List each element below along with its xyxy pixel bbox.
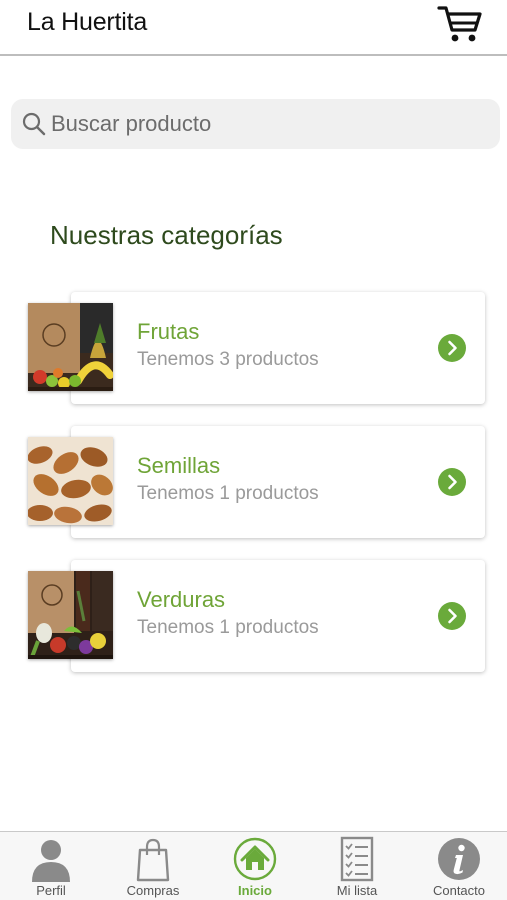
shopping-bag-icon [136,838,170,882]
info-icon [438,838,480,880]
cart-button[interactable] [436,2,484,46]
category-item-frutas[interactable]: Frutas Tenemos 3 productos [28,292,486,406]
search-icon [22,112,46,136]
almonds-photo [28,437,113,525]
tab-label: Contacto [432,883,486,898]
vegetables-photo [28,571,113,659]
category-card[interactable] [71,560,485,672]
tab-label: Inicio [238,883,272,898]
checklist-icon [340,836,374,882]
cart-icon [437,6,482,42]
tab-contacto[interactable]: Contacto [409,832,507,900]
fruits-photo [28,303,113,391]
category-name: Frutas [137,319,200,344]
chevron-right-icon[interactable] [438,602,466,630]
category-item-verduras[interactable]: Verduras Tenemos 1 productos [28,560,486,674]
category-count: Tenemos 1 productos [137,483,319,504]
category-name: Semillas [137,453,221,478]
app-header: La Huertita [0,0,507,56]
tab-inicio[interactable]: Inicio [205,832,305,900]
tab-label: Perfil [36,883,66,898]
home-icon [233,837,277,881]
category-count: Tenemos 1 productos [137,617,319,638]
tab-label: Compras [126,883,180,898]
tab-mi-lista[interactable]: Mi lista [307,832,407,900]
search-bar[interactable] [11,99,500,149]
category-count: Tenemos 3 productos [137,349,319,370]
chevron-right-icon[interactable] [438,334,466,362]
tab-perfil[interactable]: Perfil [1,832,101,900]
bottom-tab-bar: Perfil Compras Inicio Mi lista Contacto [0,831,507,900]
category-card[interactable] [71,292,485,404]
person-icon [32,840,70,882]
search-input[interactable] [51,99,491,149]
category-card[interactable] [71,426,485,538]
app-title: La Huertita [27,8,148,36]
tab-compras[interactable]: Compras [103,832,203,900]
tab-label: Mi lista [336,883,378,898]
chevron-right-icon[interactable] [438,468,466,496]
section-title: Nuestras categorías [50,220,283,250]
category-item-semillas[interactable]: Semillas Tenemos 1 productos [28,426,486,540]
category-name: Verduras [137,587,226,612]
